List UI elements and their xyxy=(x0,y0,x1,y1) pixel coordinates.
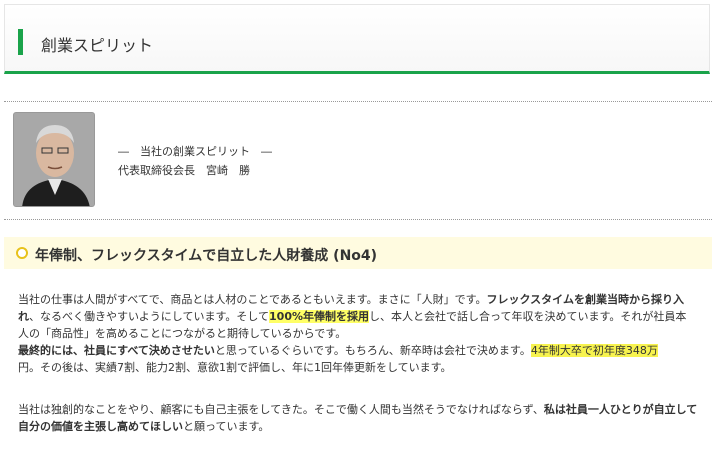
body-text: と思っているぐらいです。もちろん、新卒時は会社で決めます。 xyxy=(214,344,531,357)
highlighted-text: 4年制大卒で初年度348万 xyxy=(530,344,658,357)
body-line-7: 自分の価値を主張し高めてほしいと願っています。 xyxy=(18,418,269,435)
body-line-2: れ、なるべく働きやすいようにしています。そして100%年俸制を採用し、本人と会社… xyxy=(18,308,686,325)
body-bold-text: 自分の価値を主張し高めてほしい xyxy=(18,420,183,433)
divider-middle xyxy=(4,219,712,220)
body-bold-text: 私は社員一人ひとりが自立して xyxy=(543,403,698,416)
highlighted-bold-text: 100%年俸制を採用 xyxy=(269,310,370,323)
portrait-photo xyxy=(13,112,95,207)
page-header: 創業スピリット xyxy=(4,4,710,74)
body-line-4: 最終的には、社員にすべて決めさせたいと思っているぐらいです。もちろん、新卒時は会… xyxy=(18,342,658,359)
divider-top xyxy=(4,101,712,102)
body-bold-text: れ xyxy=(18,310,29,323)
body-text: 当社は独創的なことをやり、顧客にも自己主張をしてきた。そこで働く人間も当然そうで… xyxy=(18,403,544,416)
section-title: 年俸制、フレックスタイムで自立した人財養成 (No4) xyxy=(35,248,378,264)
body-line-6: 当社は独創的なことをやり、顧客にも自己主張をしてきた。そこで働く人間も当然そうで… xyxy=(18,401,697,418)
body-text: 、なるべく働きやすいようにしています。そして xyxy=(29,310,270,323)
circle-bullet-icon xyxy=(16,247,28,259)
body-text: 当社の仕事は人間がすべてで、商品とは人材のことであるともいえます。まさに「人財」… xyxy=(18,293,487,306)
section-header: 年俸制、フレックスタイムで自立した人財養成 (No4) xyxy=(4,237,712,269)
profile-name: 代表取締役会長 宮崎 勝 xyxy=(118,164,250,177)
body-line-1: 当社の仕事は人間がすべてで、商品とは人材のことであるともいえます。まさに「人財」… xyxy=(18,291,684,308)
page-title: 創業スピリット xyxy=(41,36,154,55)
header-accent-bar xyxy=(18,29,23,55)
body-text: と願っています。 xyxy=(183,420,270,433)
body-bold-text: 最終的には、社員にすべて決めさせたい xyxy=(18,344,215,357)
person-portrait-icon xyxy=(14,113,94,206)
profile-subtitle: ― 当社の創業スピリット ― xyxy=(118,145,272,158)
body-line-3: 人の「商品性」を高めることにつながると期待しているからです。 xyxy=(18,327,347,340)
body-text: し、本人と会社で話し合って年収を決めています。それが社員本 xyxy=(369,310,687,323)
body-line-5: 円。その後は、実績7割、能力2割、意欲1割で評価し、年に1回年俸更新をしています… xyxy=(18,361,452,374)
body-bold-text: フレックスタイムを創業当時から採り入 xyxy=(486,293,684,306)
